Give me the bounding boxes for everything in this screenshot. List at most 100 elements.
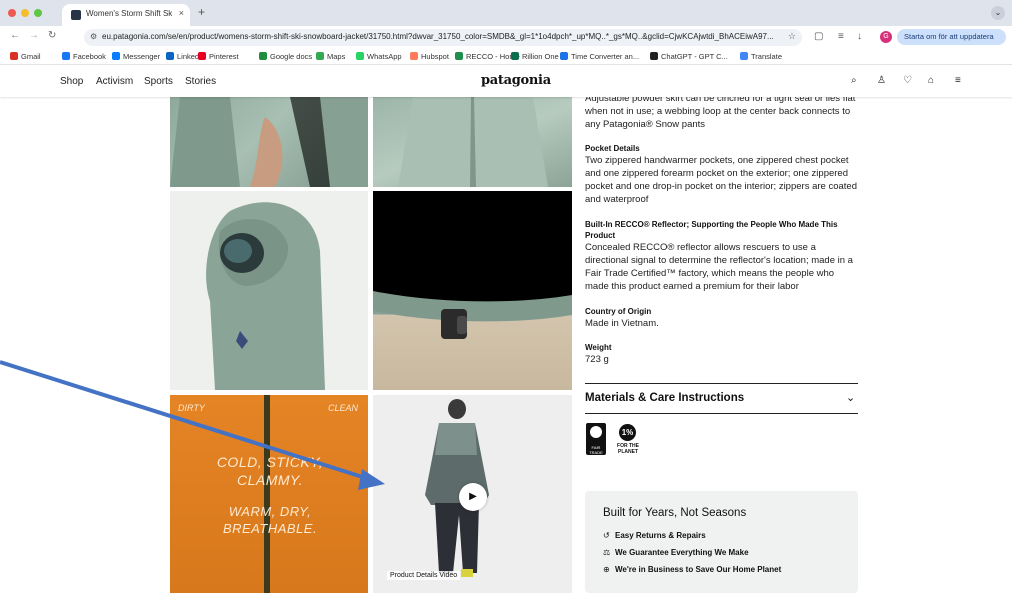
bookmark-item[interactable]: WhatsApp <box>356 52 402 61</box>
bookmark-favicon-icon <box>511 52 519 60</box>
bookmark-item[interactable]: Translate <box>740 52 782 61</box>
bookmark-star-icon[interactable]: ☆ <box>788 31 796 42</box>
built-item-label: Easy Returns & Repairs <box>615 531 706 540</box>
bookmark-favicon-icon <box>112 52 120 60</box>
search-icon[interactable]: ⌕ <box>851 75 857 86</box>
account-icon[interactable]: ♙ <box>877 75 886 86</box>
play-icon[interactable]: ▶ <box>459 483 487 511</box>
zipper-graphic <box>264 395 270 593</box>
new-tab-button[interactable]: + <box>198 5 205 19</box>
weight-section: Weight 723 g <box>585 342 857 366</box>
built-item-label: We're in Business to Save Our Home Plane… <box>615 565 782 574</box>
nav-activism[interactable]: Activism <box>96 76 133 87</box>
bookmark-item[interactable]: Gmail <box>10 52 41 61</box>
profile-avatar[interactable]: G <box>880 31 892 43</box>
bookmark-favicon-icon <box>410 52 418 60</box>
bookmark-favicon-icon <box>259 52 267 60</box>
pocket-details-text: Two zippered handwarmer pockets, one zip… <box>585 155 857 205</box>
bookmark-label: ChatGPT - GPT C... <box>661 52 728 61</box>
weight-heading: Weight <box>585 343 612 352</box>
bookmark-label: Translate <box>751 52 782 61</box>
reload-icon[interactable]: ↻ <box>48 30 56 41</box>
built-title: Built for Years, Not Seasons <box>603 507 747 519</box>
tab-close-icon[interactable]: × <box>179 8 184 18</box>
wishlist-icon[interactable]: ♡ <box>903 75 912 86</box>
patagonia-favicon-icon <box>71 10 81 20</box>
bookmark-item[interactable]: Maps <box>316 52 345 61</box>
bookmarks-bar: Gmail Facebook Messenger LinkedIn Pinterest G… <box>0 48 1012 65</box>
built-item-label: We Guarantee Everything We Make <box>615 548 749 557</box>
weight-text: 723 g <box>585 354 609 365</box>
minimize-window-button[interactable] <box>21 9 29 17</box>
bookmark-item[interactable]: Messenger <box>112 52 160 61</box>
site-info-icon[interactable]: ⚙ <box>90 32 97 41</box>
planet-icon: ⊕ <box>603 565 610 574</box>
origin-heading: Country of Origin <box>585 307 652 316</box>
materials-accordion-title[interactable]: Materials & Care Instructions <box>585 392 744 404</box>
bookmark-label: Maps <box>327 52 346 61</box>
bookmark-label: Google docs <box>270 52 313 61</box>
built-item-guarantee[interactable]: ⚖ We Guarantee Everything We Make <box>603 548 749 557</box>
bookmark-item[interactable]: Time Converter an... <box>560 52 639 61</box>
bookmark-item[interactable]: ChatGPT - GPT C... <box>650 52 728 61</box>
bookmark-favicon-icon <box>560 52 568 60</box>
forward-arrow-icon[interactable]: → <box>29 30 39 41</box>
patagonia-logo[interactable]: patagonia <box>481 73 551 88</box>
product-image-jacket-front[interactable] <box>170 97 368 187</box>
bookmark-favicon-icon <box>356 52 364 60</box>
video-caption: Product Details Video <box>387 571 461 580</box>
bookmark-label: Pinterest <box>209 52 239 61</box>
cart-icon[interactable]: ⌂ <box>928 75 934 86</box>
extensions-icon[interactable]: ▢ <box>814 31 823 42</box>
built-for-years-panel: Built for Years, Not Seasons ↺ Easy Retur… <box>585 491 858 593</box>
chevron-down-icon[interactable]: ⌄ <box>846 391 855 404</box>
nav-stories[interactable]: Stories <box>185 76 216 87</box>
site-header: Shop Activism Sports Stories patagonia ⌕… <box>0 66 1012 97</box>
bookmark-label: Messenger <box>123 52 161 61</box>
bookmark-item[interactable]: Pinterest <box>198 52 239 61</box>
bookmark-item[interactable]: Rillion One <box>511 52 559 61</box>
bookmark-favicon-icon <box>10 52 18 60</box>
product-image-jacket-back[interactable] <box>373 97 572 187</box>
for-the-planet-label: FOR THE PLANET <box>617 443 639 455</box>
download-icon[interactable]: ↓ <box>857 31 862 42</box>
menu-icon[interactable]: ≡ <box>955 75 961 86</box>
bookmark-item[interactable]: Google docs <box>259 52 312 61</box>
back-arrow-icon[interactable]: ← <box>10 30 20 41</box>
product-image-fabric-comparison[interactable]: DIRTY CLEAN COLD, STICKY, CLAMMY. WARM, … <box>170 395 368 593</box>
bookmark-item[interactable]: Facebook <box>62 52 106 61</box>
bookmark-favicon-icon <box>455 52 463 60</box>
origin-section: Country of Origin Made in Vietnam. <box>585 306 857 330</box>
tab-search-button[interactable]: ⌄ <box>991 6 1005 20</box>
maximize-window-button[interactable] <box>34 9 42 17</box>
origin-text: Made in Vietnam. <box>585 318 659 329</box>
bookmark-item[interactable]: Hubspot <box>410 52 449 61</box>
bookmark-favicon-icon <box>166 52 174 60</box>
one-percent-planet-badge-icon[interactable]: 1% FOR THE PLANET <box>616 424 639 456</box>
dirty-label: DIRTY <box>178 403 205 413</box>
bookmark-label: Hubspot <box>421 52 449 61</box>
bookmark-favicon-icon <box>650 52 658 60</box>
product-image-hood-side[interactable] <box>170 191 368 390</box>
built-item-returns[interactable]: ↺ Easy Returns & Repairs <box>603 531 706 540</box>
url-field[interactable]: ⚙ eu.patagonia.com/se/en/product/womens-… <box>84 29 802 46</box>
update-browser-button[interactable]: Starta om för att uppdatera <box>897 29 1006 45</box>
bookmark-favicon-icon <box>62 52 70 60</box>
bookmark-label: Rillion One <box>522 52 559 61</box>
guarantee-icon: ⚖ <box>603 548 611 557</box>
nav-shop[interactable]: Shop <box>60 76 83 87</box>
one-percent-number: 1% <box>619 424 636 441</box>
bookmark-favicon-icon <box>316 52 324 60</box>
bookmark-label: WhatsApp <box>367 52 402 61</box>
clean-label: CLEAN <box>327 403 358 413</box>
fair-trade-badge-icon[interactable]: FAIR TRADE CERTIFIED FACTORY <box>586 423 607 465</box>
close-window-button[interactable] <box>8 9 16 17</box>
product-image-jacket-detail[interactable] <box>373 191 572 390</box>
reading-list-icon[interactable]: ≡ <box>838 31 844 42</box>
pocket-details-section: Pocket Details Two zippered handwarmer p… <box>585 143 857 206</box>
browser-tab[interactable]: Women's Storm Shift Ski/Sno × <box>62 4 190 26</box>
nav-sports[interactable]: Sports <box>144 76 173 87</box>
product-video-thumbnail[interactable]: ▶ Product Details Video <box>373 395 572 593</box>
built-item-planet[interactable]: ⊕ We're in Business to Save Our Home Plan… <box>603 565 781 574</box>
divider-top <box>585 383 858 384</box>
